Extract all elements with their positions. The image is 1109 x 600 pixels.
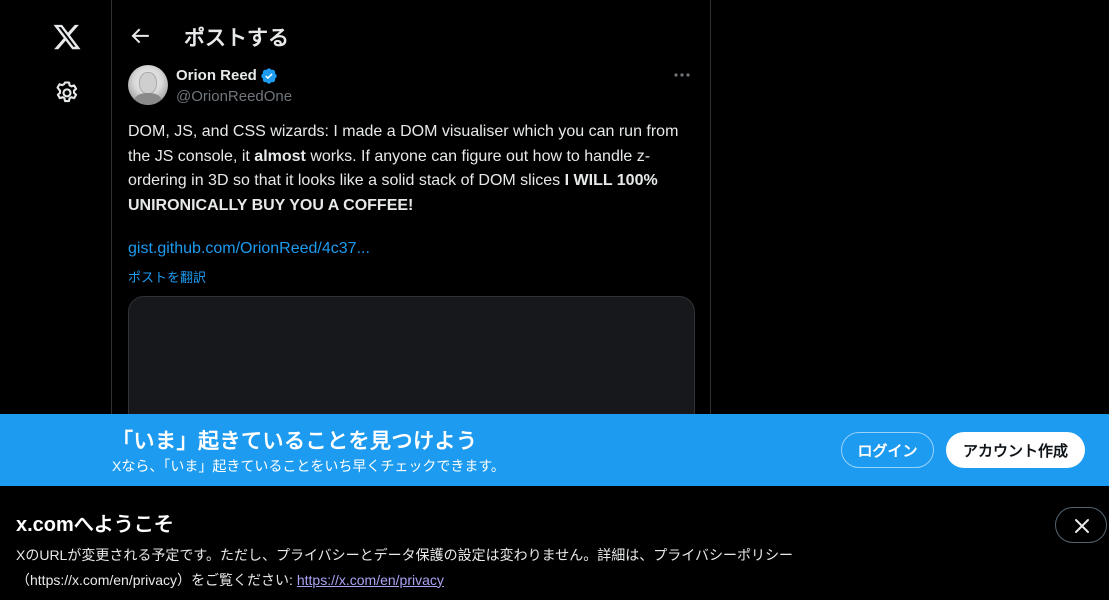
page-title: ポストする bbox=[184, 27, 289, 50]
more-horizontal-icon[interactable] bbox=[668, 64, 696, 86]
privacy-link[interactable]: https://x.com/en/privacy bbox=[297, 572, 444, 588]
banner-title: 「いま」起きていることを見つけよう bbox=[112, 430, 478, 453]
signup-banner: 「いま」起きていることを見つけよう Xなら、「いま」起きていることをいち早くチェ… bbox=[0, 414, 1109, 486]
translate-link[interactable]: ポストを翻訳 bbox=[128, 267, 206, 286]
notice-body: XのURLが変更される予定です。ただし、プライバシーとデータ保護の設定は変わりま… bbox=[16, 543, 876, 592]
author-name[interactable]: Orion Reed bbox=[176, 67, 257, 84]
banner-subtitle: Xなら、「いま」起きていることをいち早くチェックできます。 bbox=[112, 458, 505, 474]
tweet-text: DOM, JS, and CSS wizards: I made a DOM v… bbox=[128, 120, 688, 218]
gear-icon[interactable] bbox=[53, 79, 81, 107]
avatar[interactable] bbox=[128, 65, 168, 105]
welcome-notice: x.comへようこそ XのURLが変更される予定です。ただし、プライバシーとデー… bbox=[0, 486, 1109, 600]
arrow-left-icon[interactable] bbox=[126, 22, 154, 50]
x-logo-icon[interactable] bbox=[52, 22, 82, 52]
login-button[interactable]: ログイン bbox=[841, 432, 934, 468]
tweet-text-bold: almost bbox=[254, 147, 306, 165]
close-icon bbox=[1075, 519, 1089, 533]
notice-title: x.comへようこそ bbox=[16, 514, 174, 536]
tweet-link[interactable]: gist.github.com/OrionReed/4c37... bbox=[128, 240, 370, 258]
signup-button[interactable]: アカウント作成 bbox=[946, 432, 1085, 468]
verified-badge-icon[interactable] bbox=[260, 67, 278, 85]
tweet-author: Orion Reed @OrionReedOne bbox=[128, 64, 696, 108]
author-handle[interactable]: @OrionReedOne bbox=[176, 88, 292, 105]
top-bar: ポストする bbox=[112, 0, 710, 72]
close-button[interactable] bbox=[1055, 507, 1107, 543]
